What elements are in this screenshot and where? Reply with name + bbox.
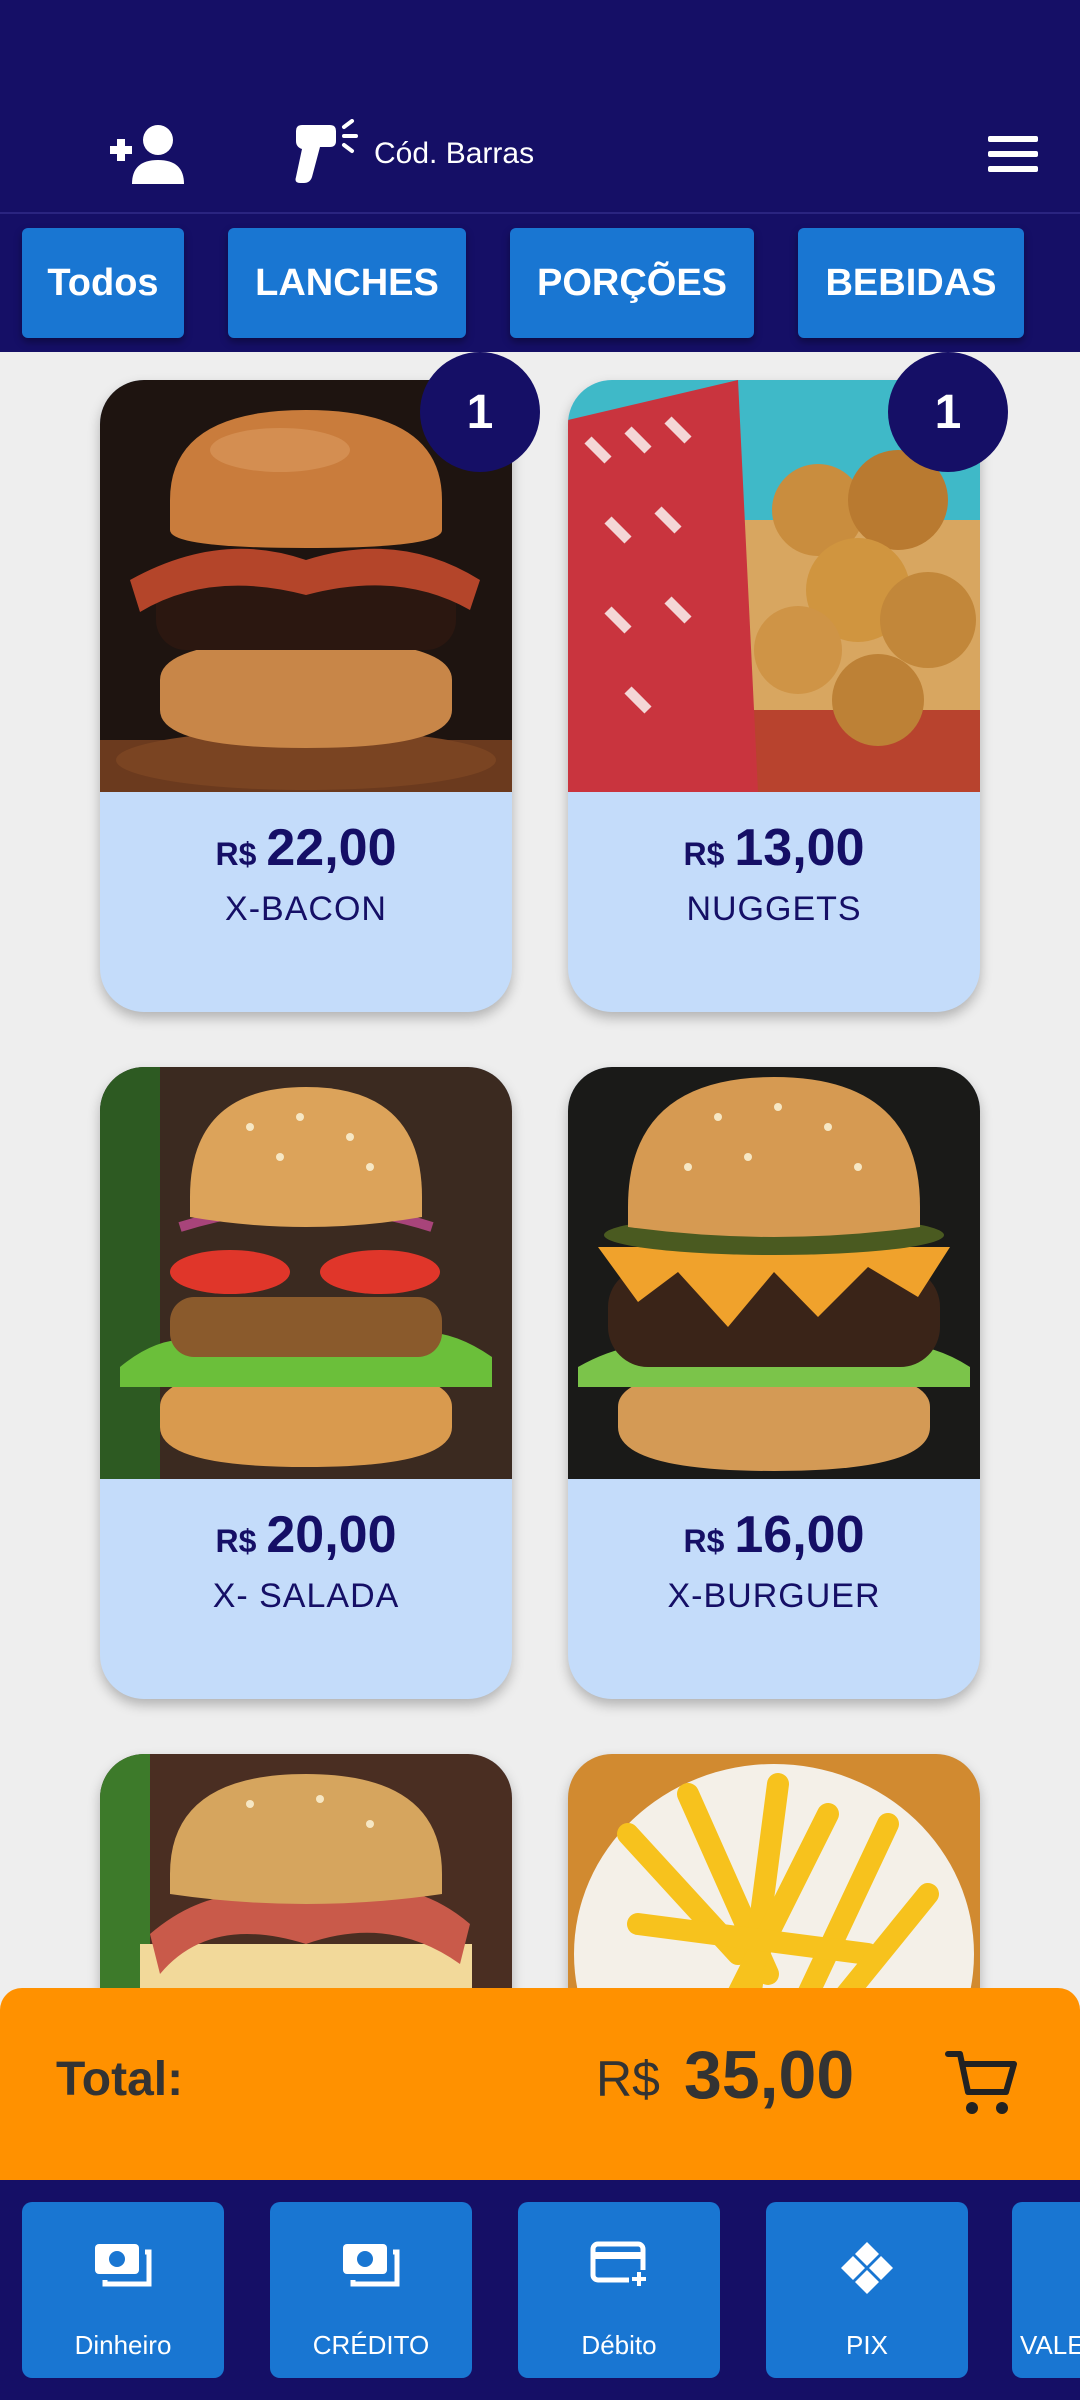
quantity-badge: 1 xyxy=(888,352,1008,472)
product-name: X-BURGUER xyxy=(667,1577,881,1615)
product-name: X- SALADA xyxy=(212,1577,400,1615)
product-card-x-burguer[interactable]: R$ 16,00 X-BURGUER xyxy=(568,1067,980,1699)
total-currency: R$ xyxy=(596,2051,660,2107)
product-price: R$ 22,00 xyxy=(100,818,512,878)
total-label: Total: xyxy=(56,2053,184,2106)
cart-button[interactable] xyxy=(944,2044,1020,2120)
product-price: R$ 16,00 xyxy=(568,1505,980,1565)
payment-bar: Dinheiro CRÉDITO Débito PIX VALE xyxy=(0,2180,1080,2400)
product-card-x-salada[interactable]: R$ 20,00 X- SALADA xyxy=(100,1067,512,1699)
pix-icon xyxy=(841,2242,893,2294)
cart-icon xyxy=(945,2051,1017,2114)
product-card-nuggets[interactable]: R$ 13,00 NUGGETS xyxy=(568,380,980,1012)
barcode-scanner-icon xyxy=(295,119,358,183)
barcode-scan-button[interactable]: Cód. Barras xyxy=(290,118,534,190)
cash-icon xyxy=(95,2244,152,2287)
product-image-x-salada xyxy=(100,1067,512,1479)
currency-symbol: R$ xyxy=(683,1523,725,1559)
payment-label: VALE xyxy=(1020,2330,1080,2360)
payment-label: PIX xyxy=(846,2330,888,2360)
currency-symbol: R$ xyxy=(215,1523,257,1559)
currency-symbol: R$ xyxy=(683,836,725,872)
payment-pix-button[interactable]: PIX xyxy=(766,2202,968,2378)
tab-bebidas[interactable]: BEBIDAS xyxy=(798,228,1024,338)
product-image-fries xyxy=(568,1754,980,1988)
payment-label: CRÉDITO xyxy=(312,2330,430,2360)
product-price: R$ 20,00 xyxy=(100,1505,512,1565)
cash-icon xyxy=(343,2244,400,2287)
add-customer-button[interactable] xyxy=(108,122,188,186)
barcode-label: Cód. Barras xyxy=(374,137,535,170)
product-card-partial[interactable] xyxy=(100,1754,512,1988)
tab-lanches[interactable]: LANCHES xyxy=(228,228,466,338)
payment-label: Débito xyxy=(581,2330,657,2360)
payment-dinheiro-button[interactable]: Dinheiro xyxy=(22,2202,224,2378)
payment-debito-button[interactable]: Débito xyxy=(518,2202,720,2378)
price-value: 13,00 xyxy=(734,819,865,877)
product-name: NUGGETS xyxy=(686,890,862,928)
product-price: R$ 13,00 xyxy=(568,818,980,878)
product-name: X-BACON xyxy=(225,890,387,928)
currency-symbol: R$ xyxy=(215,836,257,872)
price-value: 20,00 xyxy=(266,1506,397,1564)
category-tabs: Todos LANCHES PORÇÕES BEBIDAS xyxy=(0,228,1080,340)
product-grid: R$ 22,00 X-BACON 1 R$ 13,00 NUGGETS 1 R$… xyxy=(0,352,1080,1988)
payment-credito-button[interactable]: CRÉDITO xyxy=(270,2202,472,2378)
quantity-badge: 1 xyxy=(420,352,540,472)
total-bar: Total: R$ 35,00 xyxy=(0,1988,1080,2180)
tab-todos[interactable]: Todos xyxy=(22,228,184,338)
status-bar-area xyxy=(0,0,1080,90)
add-user-icon xyxy=(110,125,184,184)
payment-label: Dinheiro xyxy=(74,2330,172,2360)
price-value: 22,00 xyxy=(266,819,397,877)
card-add-icon xyxy=(590,2241,647,2288)
product-card-x-bacon[interactable]: R$ 22,00 X-BACON xyxy=(100,380,512,1012)
product-image-bacon-cheese xyxy=(100,1754,512,1988)
product-card-partial[interactable] xyxy=(568,1754,980,1988)
price-value: 16,00 xyxy=(734,1506,865,1564)
tab-porcoes[interactable]: PORÇÕES xyxy=(510,228,754,338)
menu-button[interactable] xyxy=(986,130,1040,178)
top-bar: Cód. Barras Todos LANCHES PORÇÕES BEBIDA… xyxy=(0,0,1080,352)
product-image-x-burguer xyxy=(568,1067,980,1479)
payment-vale-button[interactable]: VALE xyxy=(1012,2202,1080,2378)
total-value: 35,00 xyxy=(684,2037,855,2113)
hamburger-menu-icon xyxy=(988,136,1038,172)
